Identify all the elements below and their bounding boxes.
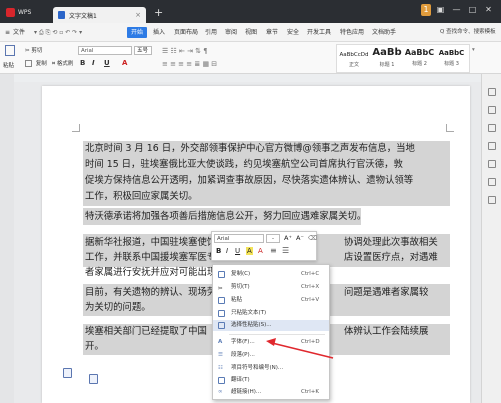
arrow-head <box>266 338 276 346</box>
annotation-arrow <box>266 338 334 359</box>
arrow-shaft <box>271 342 334 359</box>
